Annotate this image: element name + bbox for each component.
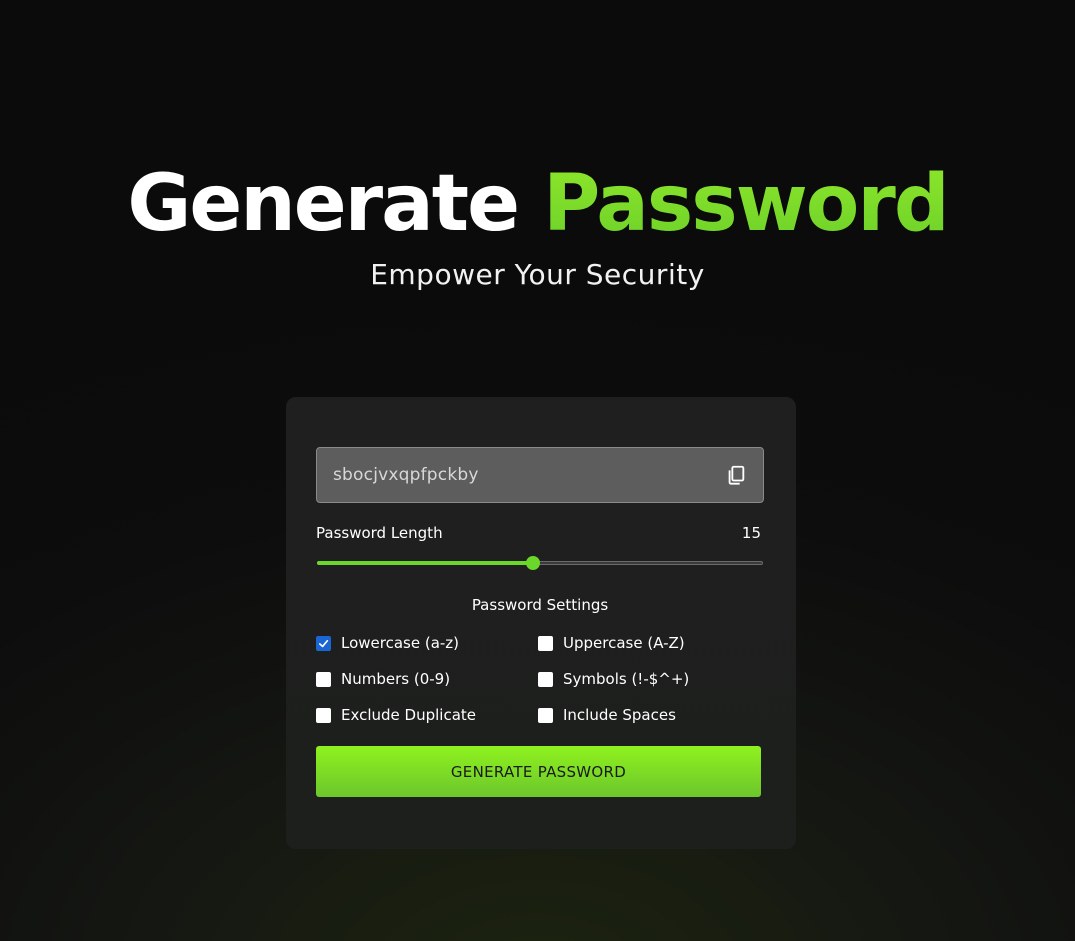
title-word-generate: Generate xyxy=(127,159,520,249)
numbers-checkbox[interactable] xyxy=(316,671,331,687)
copy-icon xyxy=(728,465,745,485)
option-label: Numbers (0-9) xyxy=(341,670,451,688)
uppercase-checkbox[interactable] xyxy=(538,635,553,651)
option-uppercase[interactable]: Uppercase (A-Z) xyxy=(538,634,760,652)
page-title: Generate Password xyxy=(0,158,1075,250)
generator-card: sbocjvxqpfpckby Password Length 15 Passw… xyxy=(286,397,796,849)
option-include-spaces[interactable]: Include Spaces xyxy=(538,706,760,724)
slider-fill xyxy=(317,561,534,565)
password-output: sbocjvxqpfpckby xyxy=(316,447,764,503)
title-word-password: Password xyxy=(543,159,950,249)
options-grid: Lowercase (a-z) Uppercase (A-Z) Numbers … xyxy=(316,634,764,724)
checkmark-icon xyxy=(319,639,329,647)
length-value: 15 xyxy=(741,524,761,542)
option-symbols[interactable]: Symbols (!-$^+) xyxy=(538,670,760,688)
page-subtitle: Empower Your Security xyxy=(370,258,705,291)
lowercase-checkbox[interactable] xyxy=(316,635,331,651)
slider-thumb[interactable] xyxy=(526,556,541,570)
length-label: Password Length xyxy=(316,524,443,542)
option-exclude-duplicate[interactable]: Exclude Duplicate xyxy=(316,706,538,724)
copy-button[interactable] xyxy=(725,464,747,486)
settings-title: Password Settings xyxy=(471,596,609,614)
option-label: Exclude Duplicate xyxy=(341,706,476,724)
generate-password-button[interactable]: GENERATE PASSWORD xyxy=(316,746,761,797)
exclude-duplicate-checkbox[interactable] xyxy=(316,707,331,723)
option-label: Lowercase (a-z) xyxy=(341,634,460,652)
length-slider[interactable] xyxy=(316,556,764,570)
option-numbers[interactable]: Numbers (0-9) xyxy=(316,670,538,688)
hero: Generate Password Empower Your Security xyxy=(0,158,1075,291)
include-spaces-checkbox[interactable] xyxy=(538,707,553,723)
option-label: Include Spaces xyxy=(563,706,676,724)
symbols-checkbox[interactable] xyxy=(538,671,553,687)
length-row: Password Length 15 xyxy=(316,524,764,542)
option-label: Uppercase (A-Z) xyxy=(563,634,685,652)
option-label: Symbols (!-$^+) xyxy=(563,670,690,688)
option-lowercase[interactable]: Lowercase (a-z) xyxy=(316,634,538,652)
password-value: sbocjvxqpfpckby xyxy=(333,465,479,485)
